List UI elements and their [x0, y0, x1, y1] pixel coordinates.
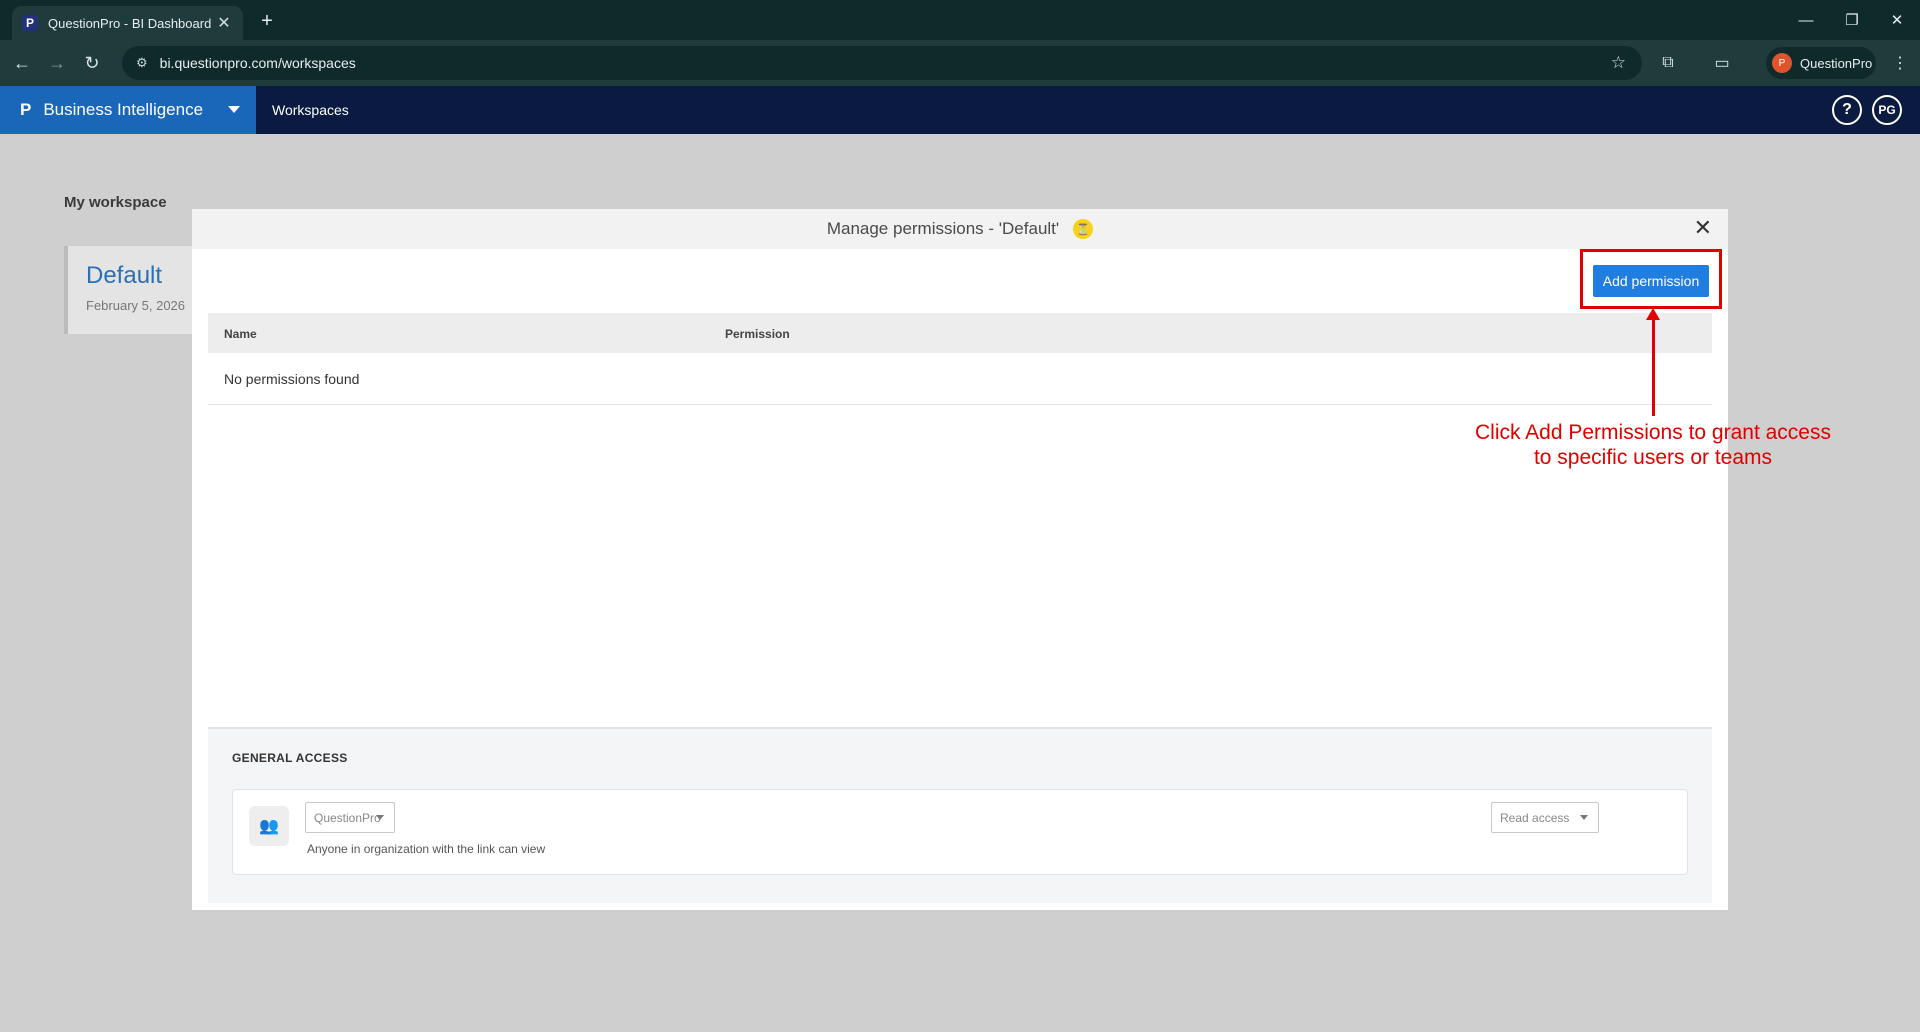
empty-state: No permissions found	[208, 353, 1712, 405]
workspace-date: February 5, 2026	[86, 298, 186, 313]
workspace-name: Default	[86, 262, 163, 289]
browser-tab[interactable]: P QuestionPro - BI Dashboard ✕	[12, 6, 243, 40]
profile-button[interactable]: P QuestionPro	[1766, 47, 1876, 79]
questionpro-logo-icon: P	[20, 100, 32, 119]
browser-tabbar: P QuestionPro - BI Dashboard ✕ + — ❐ ✕	[0, 0, 1920, 40]
manage-permissions-dialog: Manage permissions - 'Default' ⏳ ✕ Add p…	[192, 209, 1728, 910]
help-button[interactable]: ?	[1832, 95, 1862, 125]
minimize-icon[interactable]: —	[1783, 0, 1829, 40]
window-close-icon[interactable]: ✕	[1874, 0, 1920, 40]
workspace-badge-icon: ⏳	[1073, 219, 1094, 239]
general-access-card: 👥 QuestionPro Anyone in organization wit…	[232, 789, 1688, 875]
browser-toolbar: ← → ↻ ⚙ bi.questionpro.com/workspaces ☆ …	[0, 40, 1920, 86]
address-bar[interactable]: ⚙ bi.questionpro.com/workspaces ☆	[122, 46, 1642, 80]
annotation-highlight-box	[1580, 249, 1722, 309]
reading-mode-icon[interactable]: ▭	[1708, 49, 1736, 77]
general-access-description: Anyone in organization with the link can…	[307, 842, 546, 856]
tab-close-icon[interactable]: ✕	[215, 13, 233, 33]
annotation-text: Click Add Permissions to grant access to…	[1475, 421, 1831, 469]
group-users-icon: 👥	[249, 806, 289, 846]
dialog-title: Manage permissions - 'Default'	[826, 219, 1060, 238]
reload-icon[interactable]: ↻	[78, 49, 106, 77]
user-avatar[interactable]: PG	[1872, 95, 1902, 125]
site-settings-icon[interactable]: ⚙	[136, 55, 148, 71]
browser-menu-icon[interactable]: ⋮	[1886, 49, 1914, 77]
profile-name: QuestionPro	[1800, 55, 1873, 71]
organization-select[interactable]: QuestionPro	[305, 802, 395, 833]
dialog-header: Manage permissions - 'Default' ⏳ ✕	[192, 209, 1728, 249]
app-header: P Business Intelligence Workspaces ? PG	[0, 86, 1920, 134]
workspace-card[interactable]: Default February 5, 2026	[64, 246, 204, 334]
organization-select-value: QuestionPro	[314, 810, 381, 825]
extensions-icon[interactable]: ⧉	[1654, 49, 1682, 77]
chevron-down-icon	[228, 106, 240, 113]
questionpro-favicon-icon: P	[22, 15, 38, 31]
new-tab-icon[interactable]: +	[254, 8, 280, 34]
general-access-title: GENERAL ACCESS	[232, 751, 348, 765]
general-access-section: GENERAL ACCESS 👥 QuestionPro Anyone in o…	[208, 727, 1712, 903]
chevron-down-icon	[1580, 815, 1588, 820]
restore-icon[interactable]: ❐	[1829, 0, 1875, 40]
back-icon[interactable]: ←	[8, 49, 36, 77]
annotation-arrow	[1652, 316, 1655, 416]
column-header-name: Name	[224, 327, 257, 341]
url-text: bi.questionpro.com/workspaces	[159, 55, 356, 71]
dialog-close-icon[interactable]: ✕	[1694, 217, 1712, 239]
section-title: My workspace	[64, 194, 167, 211]
column-header-permission: Permission	[725, 327, 790, 341]
permissions-table-header: Name Permission	[208, 313, 1712, 353]
product-switcher[interactable]: P Business Intelligence	[0, 86, 256, 134]
nav-workspaces[interactable]: Workspaces	[272, 86, 349, 134]
product-name: Business Intelligence	[43, 100, 204, 119]
tab-title: QuestionPro - BI Dashboard	[48, 15, 212, 31]
forward-icon[interactable]: →	[43, 49, 71, 77]
access-level-select[interactable]: Read access	[1491, 802, 1599, 833]
chevron-down-icon	[376, 815, 384, 820]
bookmark-star-icon[interactable]: ☆	[1611, 53, 1626, 73]
access-level-value: Read access	[1500, 810, 1570, 825]
profile-avatar: P	[1772, 53, 1792, 73]
